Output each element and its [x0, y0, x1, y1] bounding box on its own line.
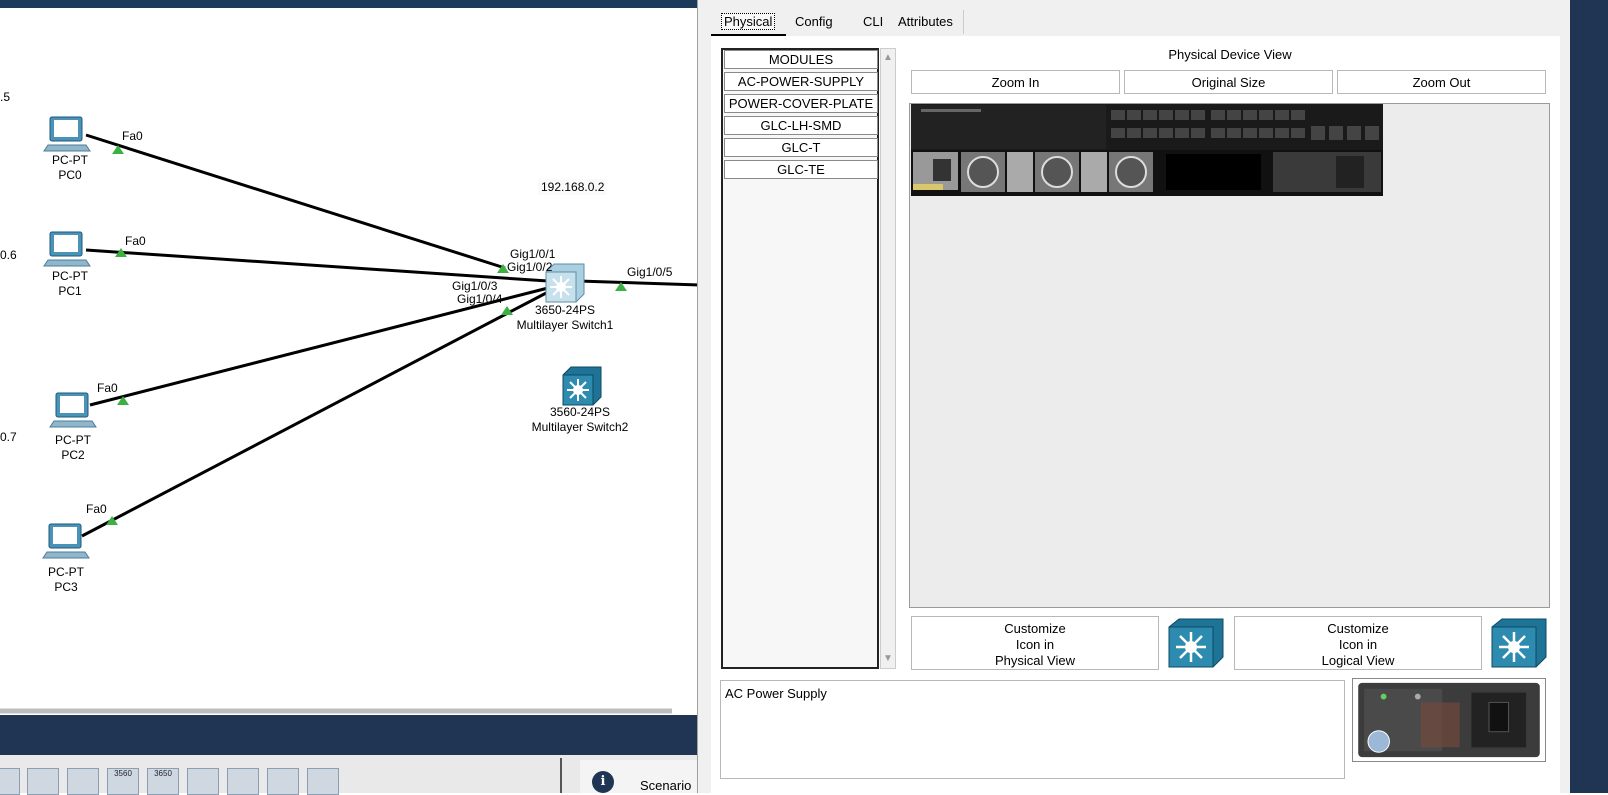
device-label-pc0[interactable]: PC-PT PC0: [35, 153, 105, 183]
pc-icon: [43, 116, 91, 152]
ip-label: 192.168.0.2: [538, 179, 608, 195]
zoom-in-button[interactable]: Zoom In: [911, 70, 1120, 94]
device-type-button[interactable]: [227, 768, 259, 795]
scenario-label: Scenario: [640, 778, 692, 793]
module-list-scrollbar[interactable]: [880, 48, 896, 669]
port-label: Fa0: [122, 129, 143, 143]
device-type-button[interactable]: [67, 768, 99, 795]
device-type-button-3650[interactable]: 3650: [147, 768, 179, 795]
link-switch1-external: [577, 279, 700, 287]
scroll-up-icon[interactable]: ▲: [883, 52, 893, 63]
module-item-glc-te[interactable]: GLC-TE: [724, 160, 878, 179]
link-pc3-switch1: [81, 289, 551, 538]
port-label: Gig1/0/5: [627, 265, 673, 279]
module-image: [1352, 678, 1546, 762]
scrollbar-thumb[interactable]: [0, 709, 672, 713]
customize-logical-icon-button[interactable]: Customize Icon in Logical View: [1234, 616, 1482, 670]
device-type-button[interactable]: [307, 768, 339, 795]
device-name: PC3: [54, 580, 78, 594]
zoom-out-button[interactable]: Zoom Out: [1337, 70, 1546, 94]
scroll-down-icon[interactable]: ▼: [883, 653, 893, 664]
module-description: AC Power Supply: [720, 680, 1345, 779]
device-label-pc1[interactable]: PC-PT PC1: [35, 269, 105, 299]
device-name: Multilayer Switch1: [516, 318, 614, 332]
device-model: PC-PT: [52, 269, 88, 283]
switch-chassis-image[interactable]: [911, 104, 1383, 196]
tab-physical[interactable]: Physical: [711, 10, 786, 37]
device-model: 3650-24PS: [534, 303, 596, 317]
port-label: Gig1/0/2: [507, 260, 553, 274]
device-type-button[interactable]: [187, 768, 219, 795]
port-label: Fa0: [97, 381, 118, 395]
port-label: Gig1/0/1: [510, 247, 556, 261]
device-label-switch2[interactable]: 3560-24PS Multilayer Switch2: [515, 405, 645, 435]
ip-label: .5: [0, 90, 11, 104]
ip-label: 0.6: [0, 248, 17, 262]
tab-attributes[interactable]: Attributes: [888, 10, 964, 34]
multilayer-switch-icon: [562, 366, 602, 406]
module-description-text: AC Power Supply: [725, 686, 827, 701]
pc-icon: [43, 231, 91, 267]
strip-divider: [560, 758, 562, 793]
device-label-pc3[interactable]: PC-PT PC3: [31, 565, 101, 595]
port-label: Fa0: [86, 502, 107, 516]
module-item-power-cover-plate[interactable]: POWER-COVER-PLATE: [724, 94, 878, 113]
module-list-header: MODULES: [724, 50, 878, 69]
port-label: Fa0: [125, 234, 146, 248]
physical-view-title: Physical Device View: [1168, 47, 1292, 62]
device-type-button[interactable]: [267, 768, 299, 795]
device-label-pc2[interactable]: PC-PT PC2: [38, 433, 108, 463]
module-item-glc-lh-smd[interactable]: GLC-LH-SMD: [724, 116, 878, 135]
device-name: PC1: [58, 284, 82, 298]
link-pc1-switch1: [85, 248, 549, 283]
module-item-glc-t[interactable]: GLC-T: [724, 138, 878, 157]
customize-physical-icon-button[interactable]: Customize Icon in Physical View: [911, 616, 1159, 670]
device-type-button-3560[interactable]: 3560: [107, 768, 139, 795]
module-item-ac-power-supply[interactable]: AC-POWER-SUPPLY: [724, 72, 878, 91]
topology-links: [42, 116, 700, 559]
link-pc0-switch1: [85, 133, 506, 270]
device-model: PC-PT: [52, 153, 88, 167]
scenario-panel[interactable]: i Scenario: [580, 760, 700, 793]
device-label-switch1[interactable]: 3650-24PS Multilayer Switch1: [500, 303, 630, 333]
device-name: PC0: [58, 168, 82, 182]
device-model: PC-PT: [48, 565, 84, 579]
device-name: Multilayer Switch2: [531, 420, 629, 434]
pc-icon: [42, 523, 90, 559]
device-type-button[interactable]: [0, 768, 20, 795]
device-model: 3560-24PS: [549, 405, 611, 419]
info-icon: i: [592, 771, 614, 793]
port-label: Gig1/0/4: [457, 292, 503, 306]
pc-icon: [49, 392, 97, 428]
main-window-edge: [1570, 0, 1608, 793]
multilayer-switch-icon: [1491, 618, 1547, 668]
device-type-button[interactable]: [27, 768, 59, 795]
device-model: PC-PT: [55, 433, 91, 447]
multilayer-switch-icon: [1168, 618, 1224, 668]
ip-label: 0.7: [0, 430, 17, 444]
original-size-button[interactable]: Original Size: [1124, 70, 1333, 94]
port-label: Gig1/0/3: [452, 279, 498, 293]
tab-config[interactable]: Config: [785, 10, 843, 34]
device-name: PC2: [61, 448, 85, 462]
